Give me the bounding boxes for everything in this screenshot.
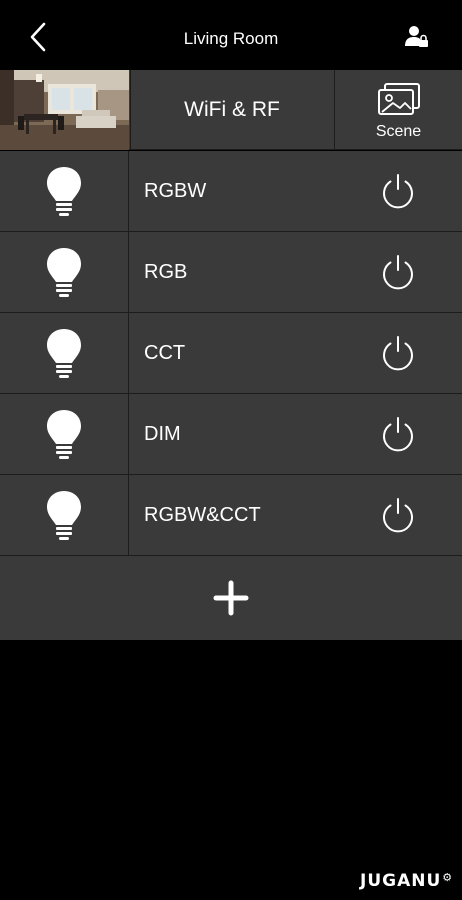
power-icon (383, 498, 413, 533)
brand-logo: JUGANU⚙ (360, 871, 460, 893)
brand-mark-icon: ⚙ (442, 871, 454, 884)
gallery-icon (378, 83, 420, 115)
power-button[interactable] (379, 253, 417, 291)
connection-mode-button[interactable]: WiFi & RF (130, 70, 333, 150)
device-row[interactable]: RGBW&CCT (0, 475, 462, 556)
power-icon (383, 336, 413, 371)
power-button[interactable] (379, 334, 417, 372)
bulb-icon (47, 329, 81, 378)
device-icon-cell (0, 475, 129, 555)
device-icon-cell (0, 232, 129, 312)
power-button[interactable] (379, 415, 417, 453)
bulb-icon (47, 167, 81, 216)
power-icon (383, 417, 413, 452)
power-button[interactable] (379, 496, 417, 534)
device-icon-cell (0, 151, 129, 231)
power-icon (383, 174, 413, 209)
add-device-button[interactable] (0, 556, 462, 640)
device-icon-cell (0, 313, 129, 393)
device-row[interactable]: RGB (0, 232, 462, 313)
device-row[interactable]: DIM (0, 394, 462, 475)
bulb-icon (47, 491, 81, 540)
connection-mode-label: WiFi & RF (184, 98, 280, 121)
bulb-icon (47, 410, 81, 459)
power-icon (383, 255, 413, 290)
device-icon-cell (0, 394, 129, 474)
scene-label: Scene (375, 123, 422, 140)
power-button[interactable] (379, 172, 417, 210)
top-bar: Living Room (0, 0, 462, 70)
page-title: Living Room (183, 29, 279, 48)
device-name: RGBW&CCT (144, 504, 261, 526)
device-row[interactable]: RGBW (0, 151, 462, 232)
living-room-photo (0, 70, 129, 150)
plus-icon (213, 580, 249, 616)
scene-button[interactable]: Scene (334, 70, 462, 150)
device-name: RGB (144, 261, 188, 283)
device-list: RGBW RGB CCT DIM RGBW&CCT (0, 151, 462, 556)
user-lock-icon (405, 26, 428, 47)
room-summary: WiFi & RF Scene (0, 70, 462, 150)
device-row[interactable]: CCT (0, 313, 462, 394)
account-button[interactable] (404, 24, 430, 50)
bulb-icon (47, 248, 81, 297)
device-name: RGBW (144, 180, 207, 202)
brand-name: JUGANU (360, 871, 442, 891)
device-name: DIM (144, 423, 181, 445)
device-name: CCT (144, 342, 186, 364)
